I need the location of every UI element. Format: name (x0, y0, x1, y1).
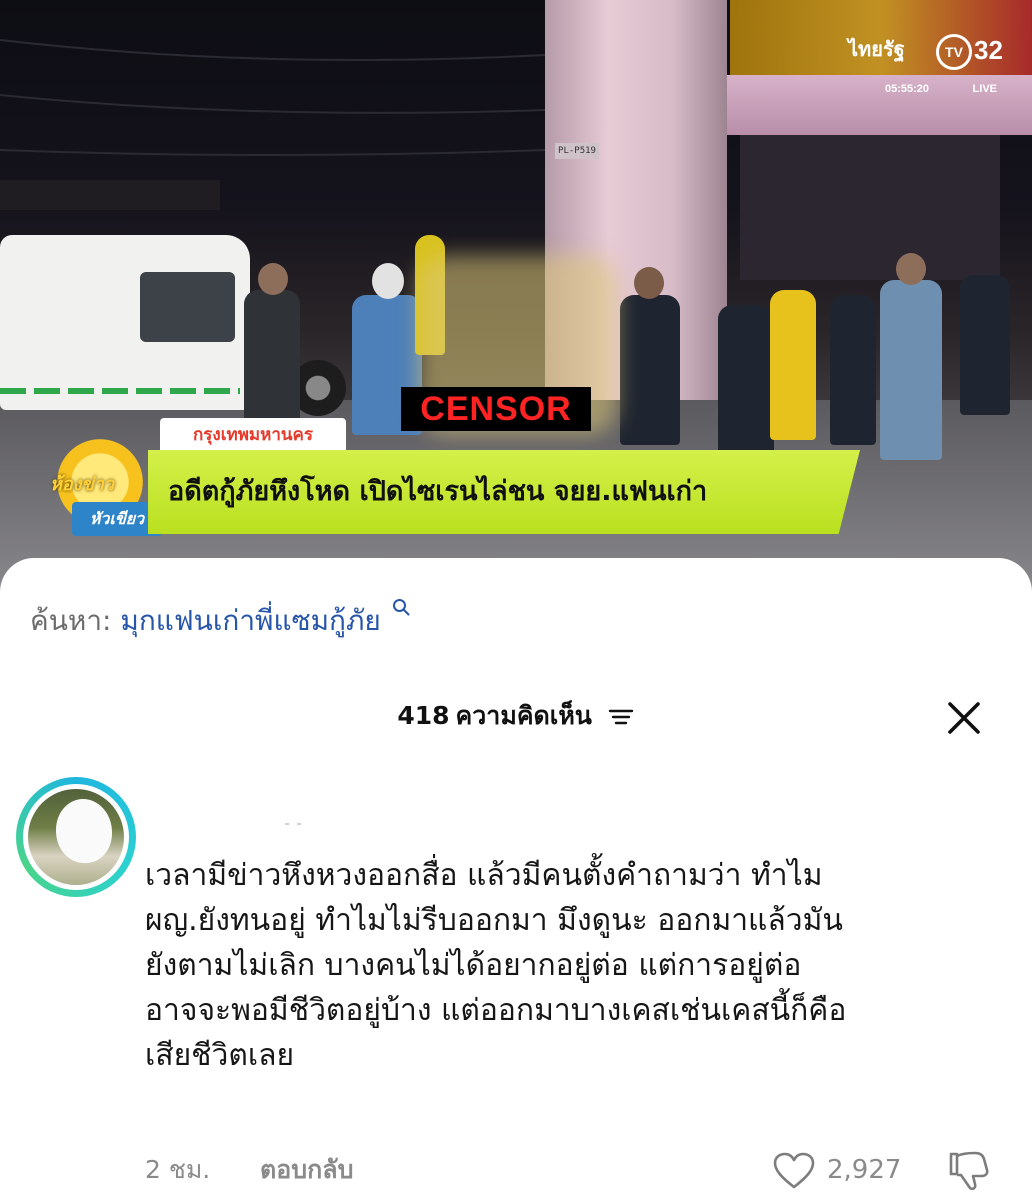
sort-icon[interactable] (607, 705, 635, 729)
channel-brand: ไทยรัฐ (848, 39, 905, 61)
comment-item: เวลามีข่าวหึงหวงออกสื่อ แล้วมีคนตั้งคำถา… (0, 773, 1032, 1193)
thumbs-down-icon[interactable] (947, 1150, 991, 1192)
comment-body: เวลามีข่าวหึงหวงออกสื่อ แล้วมีคนตั้งคำถา… (145, 853, 1015, 1078)
story-ring[interactable] (16, 777, 136, 897)
crowd (230, 195, 1032, 475)
comment-time: 2 ชม. (145, 1155, 211, 1184)
pillar-tag: PL-P519 (555, 143, 599, 159)
comment-line: เวลามีข่าวหึงหวงออกสื่อ แล้วมีคนตั้งคำถา… (145, 858, 823, 893)
comment-line: ผญ.ยังทนอยู่ ทำไมไม่รีบออกมา มึงดูนะ ออก… (145, 903, 843, 938)
broadcast-clock: 05:55:20 LIVE (885, 82, 997, 96)
comments-sheet: ค้นหา: มุกแฟนเก่าพี่แซมกู้ภัย 418 ความคิด… (0, 558, 1032, 1200)
show-logo: ห้องข่าว หัวเขียว (20, 420, 170, 550)
news-headline: อดีตกู้ภัยหึงโหด เปิดไซเรนไล่ชน จยย.แฟนเ… (148, 450, 860, 534)
search-icon[interactable] (392, 598, 410, 616)
like-count: 2,927 (827, 1155, 902, 1185)
channel-number: 32 (974, 35, 1003, 65)
comment-line: เสียชีวิตเลย (145, 1038, 295, 1073)
channel-logo: ไทยรัฐ TV 32 (848, 30, 1023, 70)
reply-button[interactable]: ตอบกลับ (260, 1154, 353, 1186)
search-prefix: ค้นหา: (30, 604, 112, 637)
comment-count: 418 (397, 701, 450, 730)
truck-window (140, 272, 235, 342)
broadcast-time: 05:55:20 (885, 83, 930, 95)
avatar-blurred-face (56, 799, 112, 863)
show-logo-line1: ห้องข่าว (50, 474, 114, 495)
search-suggestion[interactable]: ค้นหา: มุกแฟนเก่าพี่แซมกู้ภัย (30, 598, 410, 644)
search-term-link[interactable]: มุกแฟนเก่าพี่แซมกู้ภัย (120, 604, 380, 637)
comments-header: 418 ความคิดเห็น (0, 686, 1032, 746)
comment-line: อาจจะพอมีชีวิตอยู่บ้าง แต่ออกมาบางเคสเช่… (145, 993, 847, 1028)
location-label: กรุงเทพมหานคร (160, 418, 346, 452)
heart-icon[interactable] (773, 1152, 815, 1190)
comment-line: ยังตามไม่เลิก บางคนไม่ได้อยากอยู่ต่อ แต่… (145, 948, 802, 983)
comments-title: 418 ความคิดเห็น (0, 696, 1032, 736)
username-redacted (285, 823, 301, 825)
avatar[interactable] (28, 789, 124, 885)
channel-tv-icon: TV (936, 34, 972, 70)
comment-count-label: ความคิดเห็น (455, 701, 592, 730)
live-badge: LIVE (972, 83, 997, 95)
truck-stripe (0, 388, 240, 394)
news-video-frame[interactable]: PL-P519 CENSOR ไทยรัฐ TV 32 05:55:20 LIV… (0, 0, 1032, 600)
censor-label: CENSOR (401, 387, 591, 431)
close-icon[interactable] (944, 698, 984, 738)
comment-actions: 2 ชม. ตอบกลับ 2,927 (145, 1148, 1015, 1192)
